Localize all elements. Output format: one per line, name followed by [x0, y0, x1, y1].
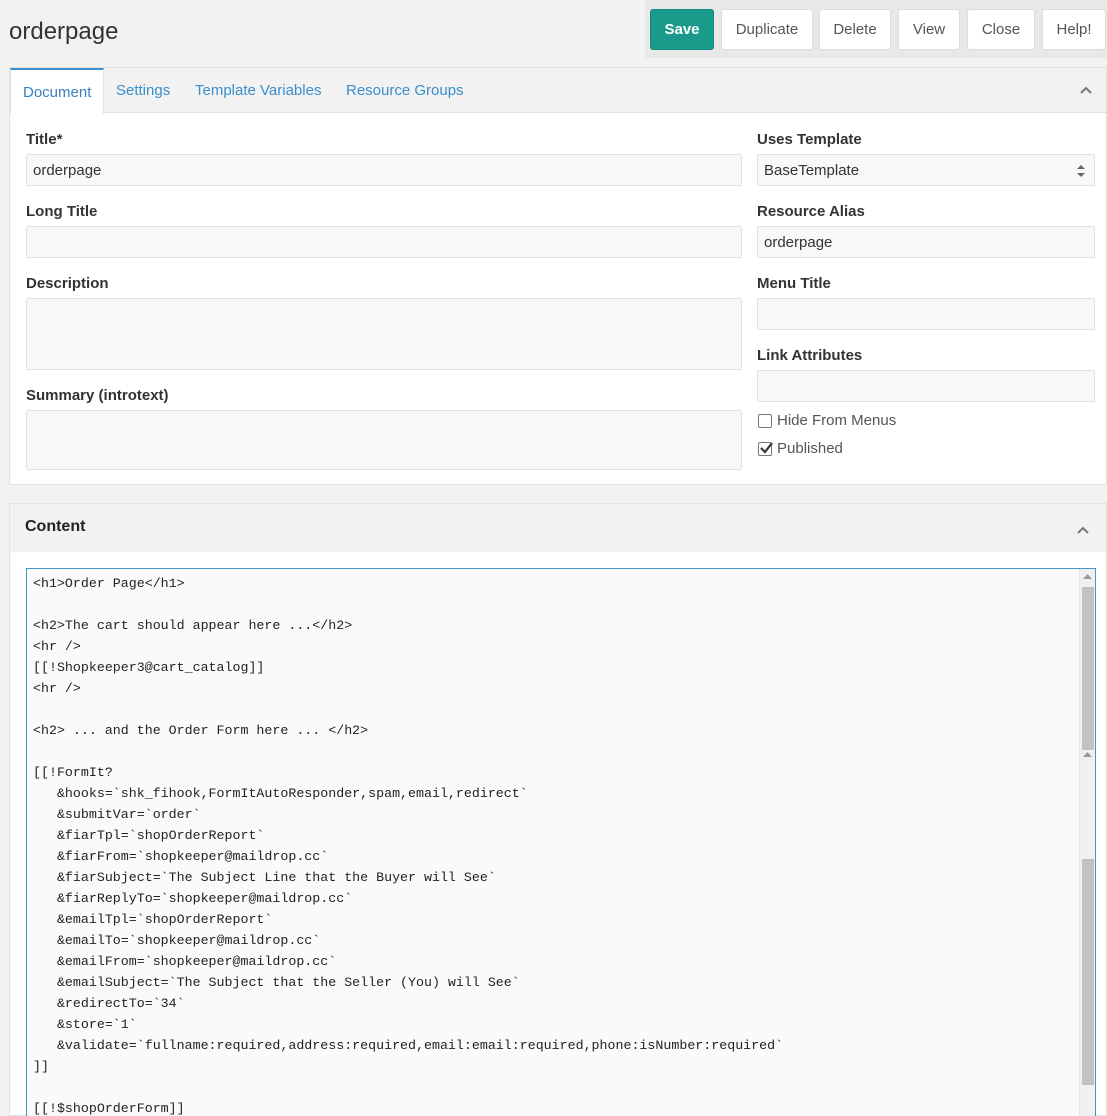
content-title: Content [25, 518, 86, 535]
menu-title-label: Menu Title [757, 275, 831, 292]
content-panel: Content <h1>Order Page</h1> <h2>The cart … [9, 503, 1107, 1116]
code-line: <hr /> [33, 681, 81, 696]
code-line: [[!Shopkeeper3@cart_catalog]] [33, 660, 265, 675]
published-checkbox[interactable] [758, 441, 773, 456]
code-line: &fiarReplyTo=`shopkeeper@maildrop.cc` [33, 891, 353, 906]
content-header: Content [10, 504, 1106, 552]
code-line: <h2>The cart should appear here ...</h2> [33, 618, 353, 633]
alias-label: Resource Alias [757, 203, 865, 220]
check-icon [760, 441, 773, 454]
chevron-up-icon[interactable] [1079, 83, 1093, 97]
code-line: &validate=`fullname:required,address:req… [33, 1038, 784, 1053]
alias-input[interactable]: orderpage [757, 226, 1095, 258]
summary-label: Summary (introtext) [26, 387, 169, 404]
code-line: [[!$shopOrderForm]] [33, 1101, 185, 1116]
published-row[interactable]: Published [758, 440, 843, 457]
scrollbar-thumb[interactable] [1082, 859, 1094, 1085]
tab-resource-groups[interactable]: Resource Groups [334, 68, 476, 113]
tab-bar: Document Settings Template Variables Res… [10, 68, 1106, 114]
help-button[interactable]: Help! [1042, 9, 1106, 50]
published-label: Published [777, 440, 843, 457]
tab-settings[interactable]: Settings [104, 68, 182, 113]
code-line: &emailSubject=`The Subject that the Sell… [33, 975, 520, 990]
chevron-up-icon[interactable] [1076, 523, 1090, 537]
scroll-up-arrow-icon[interactable] [1083, 573, 1092, 580]
template-label: Uses Template [757, 131, 862, 148]
code-line: <h1>Order Page</h1> [33, 576, 185, 591]
scroll-up-arrow-icon[interactable] [1083, 751, 1092, 758]
code-line: &redirectTo=`34` [33, 996, 185, 1011]
scrollbar-thumb[interactable] [1082, 587, 1094, 750]
save-button[interactable]: Save [650, 9, 714, 50]
template-select-value: BaseTemplate [764, 161, 860, 179]
link-attributes-label: Link Attributes [757, 347, 863, 364]
description-label: Description [26, 275, 109, 292]
page-title: orderpage [9, 18, 119, 45]
code-line: [[!FormIt? [33, 765, 113, 780]
duplicate-button[interactable]: Duplicate [721, 9, 813, 50]
code-line: <h2> ... and the Order Form here ... </h… [33, 723, 369, 738]
code-line: &store=`1` [33, 1017, 137, 1032]
title-input[interactable]: orderpage [26, 154, 742, 186]
code-area[interactable]: <h1>Order Page</h1> <h2>The cart should a… [33, 573, 783, 1116]
code-line: &hooks=`shk_fihook,FormItAutoResponder,s… [33, 786, 528, 801]
editor-scrollbar[interactable] [1079, 569, 1095, 1116]
tab-document[interactable]: Document [10, 68, 105, 114]
hide-from-menus-label: Hide From Menus [777, 412, 897, 429]
close-button[interactable]: Close [967, 9, 1035, 50]
action-bar: Save Duplicate Delete View Close Help! [645, 0, 1107, 58]
code-line: &emailTo=`shopkeeper@maildrop.cc` [33, 933, 321, 948]
code-line: &emailFrom=`shopkeeper@maildrop.cc` [33, 954, 337, 969]
document-panel: Document Settings Template Variables Res… [9, 67, 1107, 485]
title-label: Title* [26, 131, 63, 148]
code-line: ]] [33, 1059, 49, 1074]
delete-button[interactable]: Delete [819, 9, 891, 50]
content-editor[interactable]: <h1>Order Page</h1> <h2>The cart should a… [26, 568, 1096, 1116]
code-line: <hr /> [33, 639, 81, 654]
view-button[interactable]: View [898, 9, 960, 50]
code-line: &submitVar=`order` [33, 807, 201, 822]
tab-template-variables[interactable]: Template Variables [183, 68, 333, 113]
summary-textarea[interactable] [26, 410, 742, 470]
long-title-input[interactable] [26, 226, 742, 258]
code-line: &fiarSubject=`The Subject Line that the … [33, 870, 496, 885]
template-select[interactable]: BaseTemplate [757, 154, 1095, 186]
long-title-label: Long Title [26, 203, 98, 220]
code-line: &fiarFrom=`shopkeeper@maildrop.cc` [33, 849, 329, 864]
select-arrows-icon [1076, 163, 1086, 179]
menu-title-input[interactable] [757, 298, 1095, 330]
hide-from-menus-checkbox[interactable] [758, 413, 772, 428]
description-textarea[interactable] [26, 298, 742, 370]
code-line: &emailTpl=`shopOrderReport` [33, 912, 273, 927]
link-attributes-input[interactable] [757, 370, 1095, 402]
code-line: &fiarTpl=`shopOrderReport` [33, 828, 265, 843]
hide-from-menus-row[interactable]: Hide From Menus [758, 412, 896, 429]
